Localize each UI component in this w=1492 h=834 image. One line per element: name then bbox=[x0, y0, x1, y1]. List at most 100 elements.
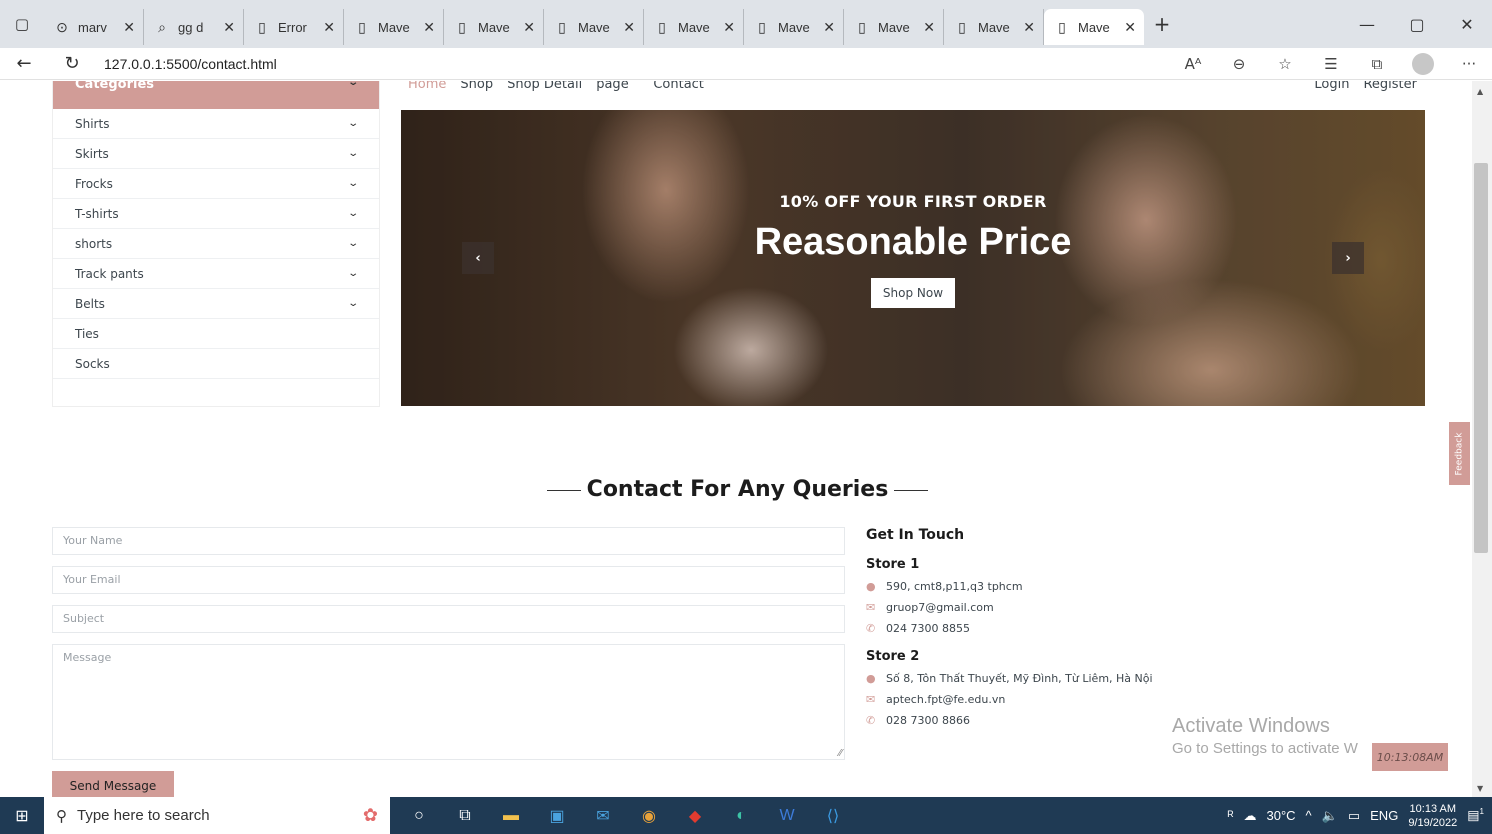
browser-tab[interactable]: ▯ Error ✕ bbox=[244, 9, 344, 45]
resize-handle-icon[interactable]: ⁄⁄ bbox=[839, 748, 842, 759]
sidebar-item[interactable]: shorts ⌄ bbox=[53, 229, 379, 259]
message-field[interactable]: Message ⁄⁄ bbox=[52, 644, 845, 760]
back-button[interactable]: ← bbox=[0, 53, 48, 74]
close-tab-icon[interactable]: ✕ bbox=[1023, 19, 1035, 36]
account-link[interactable]: Login bbox=[1314, 81, 1349, 92]
browser-tab[interactable]: ▯ Mave ✕ bbox=[944, 9, 1044, 45]
search-icon: ⚲ bbox=[56, 807, 67, 825]
sidebar-item[interactable]: Shirts ⌄ bbox=[53, 109, 379, 139]
collections-icon[interactable]: ⧉ bbox=[1354, 55, 1400, 73]
store-icon[interactable]: ▣ bbox=[534, 806, 580, 826]
more-menu-icon[interactable]: ··· bbox=[1446, 55, 1492, 73]
close-tab-icon[interactable]: ✕ bbox=[123, 19, 135, 36]
close-window-button[interactable]: ✕ bbox=[1442, 15, 1492, 34]
restore-button[interactable]: ▢ bbox=[1392, 15, 1442, 34]
shop-now-button[interactable]: Shop Now bbox=[870, 278, 956, 308]
close-tab-icon[interactable]: ✕ bbox=[823, 19, 835, 36]
url-field[interactable]: i 127.0.0.1:5500/contact.html bbox=[104, 56, 881, 509]
garena-icon[interactable]: ◆ bbox=[672, 806, 718, 826]
clock-time: 10:13 AM bbox=[1409, 802, 1457, 815]
browser-tab[interactable]: ▯ Mave ✕ bbox=[344, 9, 444, 45]
close-tab-icon[interactable]: ✕ bbox=[723, 19, 735, 36]
subject-field[interactable]: Subject bbox=[52, 605, 845, 633]
refresh-button[interactable]: ↻ bbox=[48, 53, 96, 74]
sidebar-item[interactable]: Ties bbox=[53, 319, 379, 349]
carousel-prev-button[interactable]: ‹ bbox=[462, 242, 494, 274]
chrome-icon[interactable]: ◉ bbox=[626, 806, 672, 826]
taskbar-search[interactable]: ⚲ Type here to search ✿ bbox=[44, 797, 390, 834]
browser-tab[interactable]: ⌕ gg d ✕ bbox=[144, 9, 244, 45]
scroll-up-icon[interactable]: ▲ bbox=[1477, 87, 1483, 96]
close-tab-icon[interactable]: ✕ bbox=[923, 19, 935, 36]
close-tab-icon[interactable]: ✕ bbox=[223, 19, 235, 36]
chevron-down-icon: ⌄ bbox=[346, 178, 359, 189]
send-message-button[interactable]: Send Message bbox=[52, 771, 174, 797]
volume-icon[interactable]: 🔈 bbox=[1322, 808, 1338, 824]
tray-chevron-icon[interactable]: ^ bbox=[1306, 808, 1312, 823]
task-view-icon[interactable]: ⧉ bbox=[442, 807, 488, 825]
carousel-next-button[interactable]: › bbox=[1332, 242, 1364, 274]
name-field[interactable]: Your Name bbox=[52, 527, 845, 555]
feedback-tab[interactable]: Feedback bbox=[1449, 422, 1470, 485]
categories-header[interactable]: Categories ⌄ bbox=[53, 81, 379, 109]
nav-link[interactable]: Shop Detail bbox=[507, 81, 582, 92]
close-tab-icon[interactable]: ✕ bbox=[523, 19, 535, 36]
mail-icon[interactable]: ✉ bbox=[580, 806, 626, 826]
sidebar-item[interactable]: Track pants ⌄ bbox=[53, 259, 379, 289]
nav-link[interactable]: Contact bbox=[653, 81, 704, 92]
add-favorite-icon[interactable]: ☆ bbox=[1262, 55, 1308, 73]
email-field[interactable]: Your Email bbox=[52, 566, 845, 594]
browser-tab[interactable]: ▯ Mave ✕ bbox=[444, 9, 544, 45]
edge-icon[interactable]: ◐ bbox=[718, 807, 764, 825]
activate-subtitle: Go to Settings to activate W bbox=[1172, 740, 1358, 757]
notification-icon[interactable]: ▤1 bbox=[1467, 807, 1484, 823]
close-tab-icon[interactable]: ✕ bbox=[323, 19, 335, 36]
file-explorer-icon[interactable]: ▬ bbox=[488, 807, 534, 825]
scroll-down-icon[interactable]: ▼ bbox=[1477, 784, 1483, 793]
browser-tab[interactable]: ⊙ marv ✕ bbox=[44, 9, 144, 45]
cortana-icon[interactable]: ○ bbox=[396, 807, 442, 825]
nav-link[interactable]: page ˅ bbox=[596, 81, 639, 92]
read-aloud-icon[interactable]: Aᴬ bbox=[1170, 55, 1216, 73]
new-tab-button[interactable]: + bbox=[1144, 12, 1180, 36]
sidebar-item[interactable]: T-shirts ⌄ bbox=[53, 199, 379, 229]
browser-tab[interactable]: ▯ Mave ✕ bbox=[1044, 9, 1144, 45]
account-links: Login Register bbox=[1314, 81, 1417, 92]
close-tab-icon[interactable]: ✕ bbox=[623, 19, 635, 36]
sidebar-item[interactable]: Frocks ⌄ bbox=[53, 169, 379, 199]
battery-icon[interactable]: ▭ bbox=[1348, 808, 1360, 824]
language-indicator[interactable]: ENG bbox=[1370, 808, 1398, 823]
top-navigation: Home Shop Shop Detail page ˅ Contact bbox=[408, 81, 704, 92]
sidebar-item[interactable]: Belts ⌄ bbox=[53, 289, 379, 319]
nav-link[interactable]: Home bbox=[408, 81, 446, 92]
title-divider bbox=[894, 489, 929, 491]
scrollbar-thumb[interactable] bbox=[1474, 163, 1488, 553]
browser-tab[interactable]: ▯ Mave ✕ bbox=[544, 9, 644, 45]
store-block: Store 2 ● Số 8, Tôn Thất Thuyết, Mỹ Đình, … bbox=[866, 649, 1153, 727]
zoom-icon[interactable]: ⊖ bbox=[1216, 55, 1262, 73]
page-scrollbar[interactable]: ▲ ▼ bbox=[1472, 81, 1492, 797]
account-link[interactable]: Register bbox=[1363, 81, 1417, 92]
close-tab-icon[interactable]: ✕ bbox=[1124, 19, 1136, 36]
hero-title: Reasonable Price bbox=[754, 221, 1072, 263]
browser-tab[interactable]: ▯ Mave ✕ bbox=[644, 9, 744, 45]
sidebar-item[interactable]: Socks bbox=[53, 349, 379, 379]
browser-tab[interactable]: ▯ Mave ✕ bbox=[744, 9, 844, 45]
profile-avatar[interactable] bbox=[1412, 52, 1434, 75]
nav-link[interactable]: Shop bbox=[460, 81, 493, 92]
vscode-icon[interactable]: ⟨⟩ bbox=[810, 806, 856, 826]
weather-text[interactable]: 30°C bbox=[1267, 808, 1296, 823]
favorites-icon[interactable]: ☰ bbox=[1308, 55, 1354, 73]
sidebar-item[interactable]: Skirts ⌄ bbox=[53, 139, 379, 169]
chevron-left-icon: ‹ bbox=[475, 250, 481, 266]
minimize-button[interactable]: — bbox=[1342, 15, 1392, 34]
tab-title: Mave bbox=[378, 19, 410, 35]
people-icon[interactable]: ᴿ bbox=[1228, 808, 1234, 823]
word-icon[interactable]: W bbox=[764, 807, 810, 825]
windows-start-icon[interactable]: ⊞ bbox=[0, 806, 44, 826]
tab-actions-icon[interactable]: ▢ bbox=[0, 0, 44, 48]
taskbar-clock[interactable]: 10:13 AM 9/19/2022 bbox=[1408, 802, 1457, 830]
weather-icon[interactable]: ☁ bbox=[1244, 808, 1257, 824]
browser-tab[interactable]: ▯ Mave ✕ bbox=[844, 9, 944, 45]
close-tab-icon[interactable]: ✕ bbox=[423, 19, 435, 36]
